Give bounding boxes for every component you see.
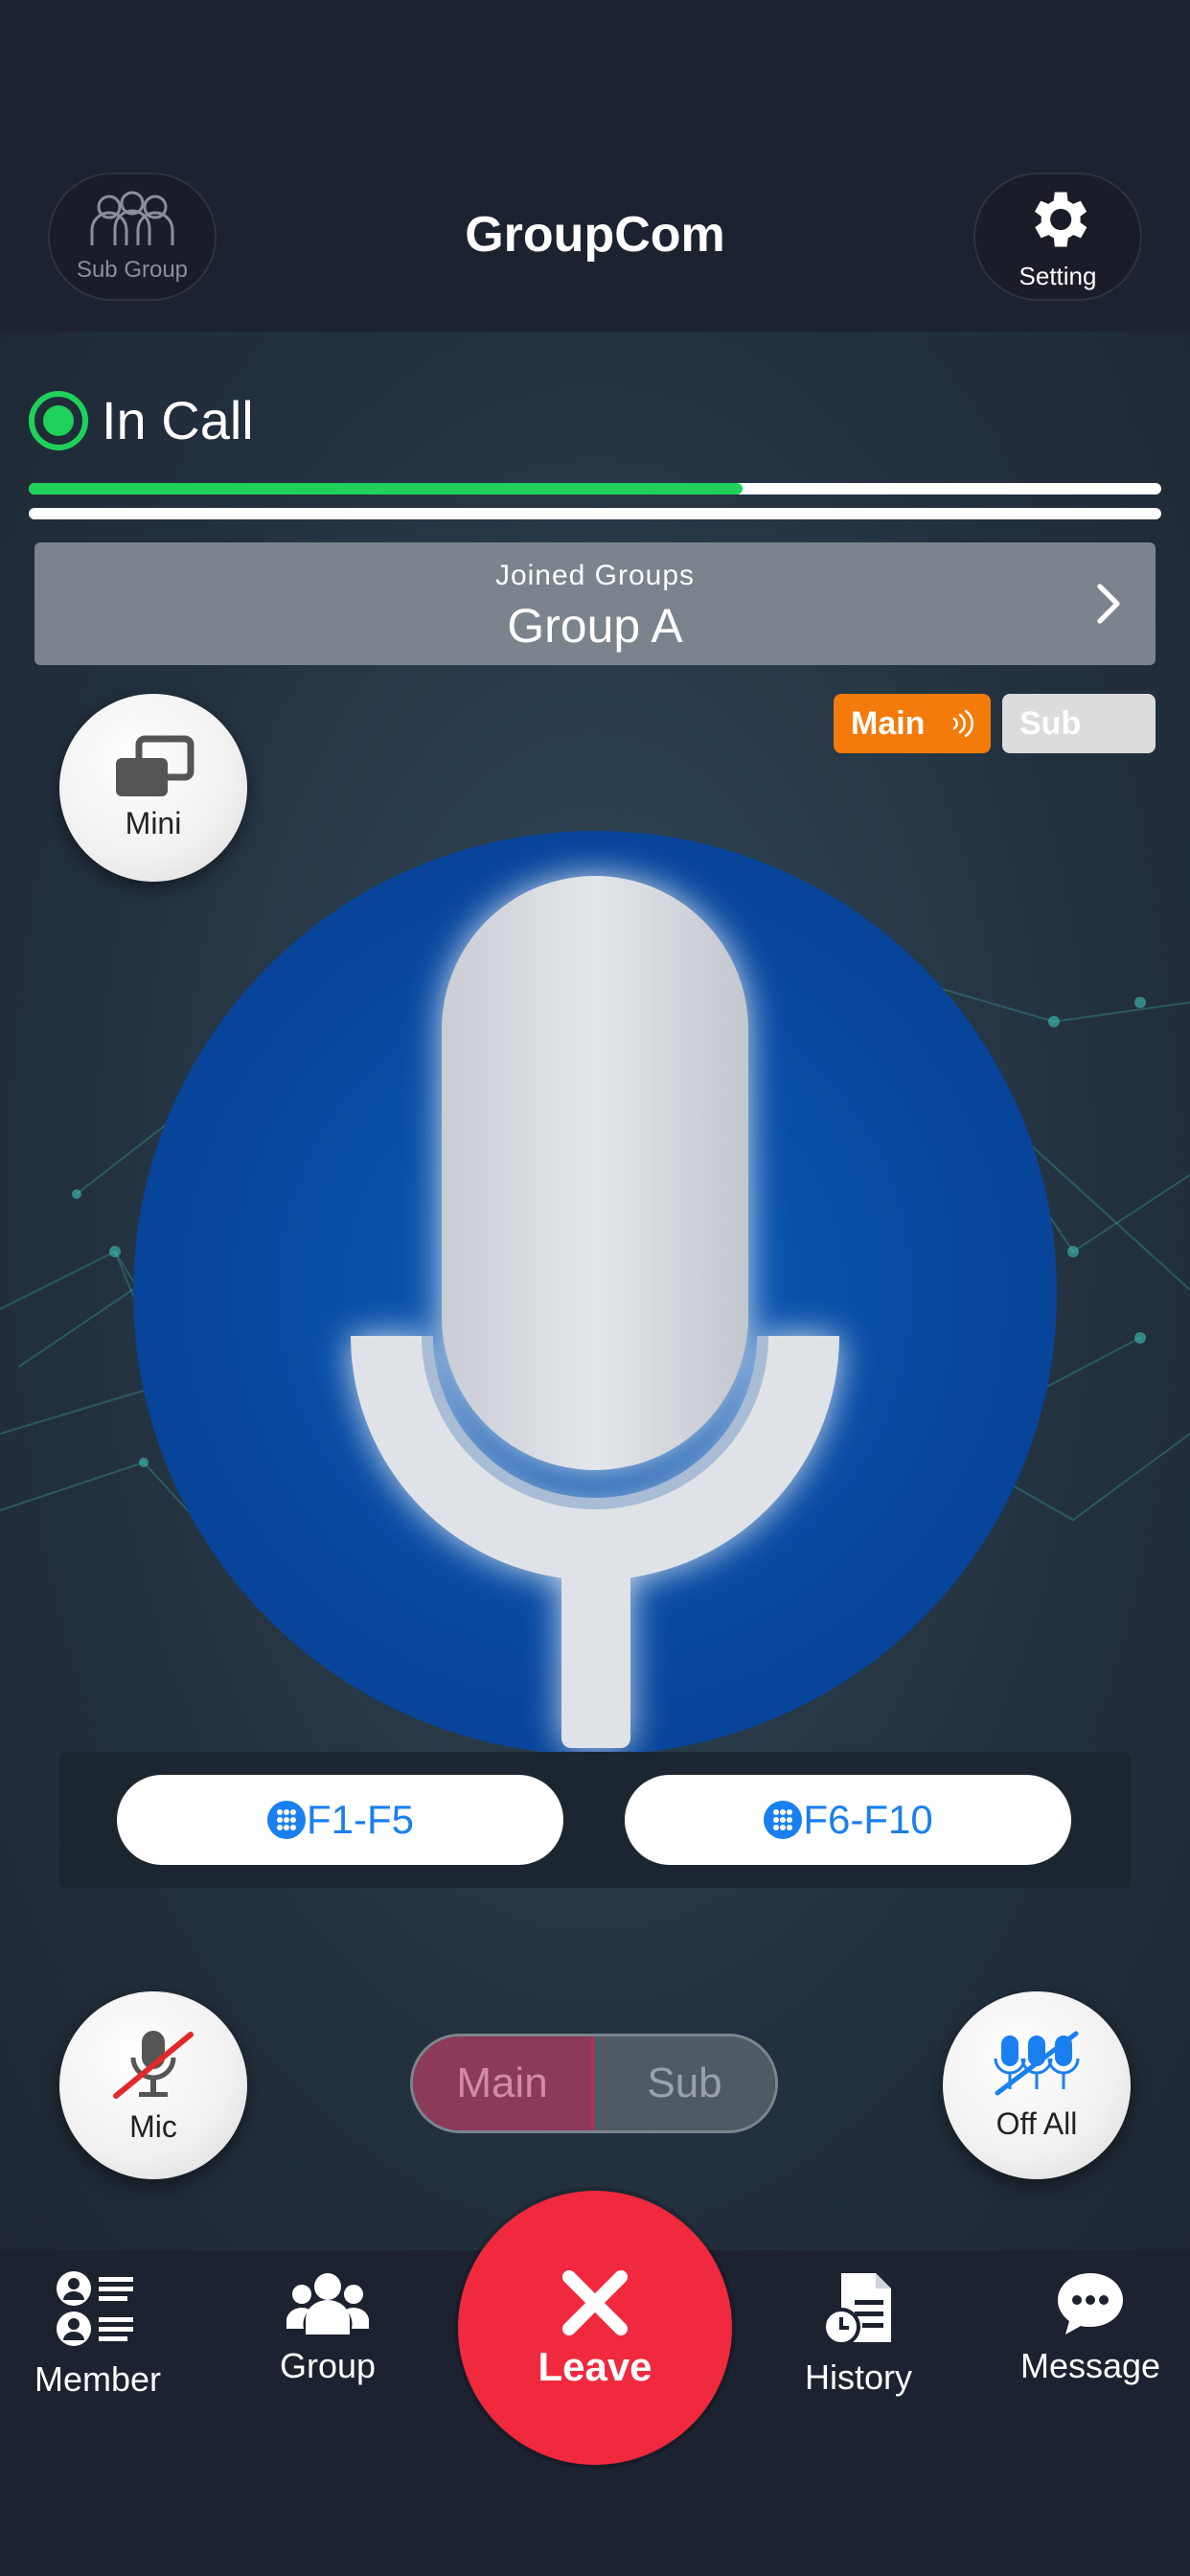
call-panel: In Call Joined Groups Group A Main Sub M…	[0, 332, 1190, 2250]
tab-message[interactable]: Message	[985, 2269, 1190, 2386]
segment-sub[interactable]: Sub	[594, 2036, 775, 2130]
joined-groups-caption: Joined Groups	[494, 560, 696, 591]
tab-group[interactable]: Group	[222, 2269, 433, 2386]
group-label: Group	[279, 2346, 377, 2385]
microphone-icon	[133, 831, 1057, 1755]
message-label: Message	[1019, 2346, 1161, 2385]
tab-history[interactable]: History	[753, 2269, 964, 2398]
call-status: In Call	[29, 389, 254, 451]
call-progress-bar	[29, 483, 1161, 494]
main-channel-chip[interactable]: Main	[834, 694, 991, 753]
keypad-icon	[266, 1801, 306, 1839]
joined-group-name: Group A	[507, 599, 683, 653]
keypad-icon	[764, 1801, 803, 1839]
secondary-bar	[29, 508, 1161, 519]
setting-label: Setting	[1018, 261, 1097, 290]
push-to-talk-button[interactable]	[130, 828, 1060, 1758]
mic-toggle-button[interactable]: Mic	[59, 1991, 247, 2179]
function-keys-f1-f5-button[interactable]: F1-F5	[117, 1775, 563, 1865]
history-icon	[822, 2273, 891, 2346]
tab-member[interactable]: Member	[0, 2269, 203, 2400]
main-chip-label: Main	[851, 704, 926, 742]
sound-wave-icon	[952, 709, 973, 738]
sub-chip-label: Sub	[1019, 704, 1082, 742]
channel-segment-control: Main Sub	[410, 2034, 778, 2133]
mics-off-icon	[994, 2031, 1080, 2095]
member-label: Member	[34, 2359, 162, 2399]
off-all-button[interactable]: Off All	[943, 1991, 1131, 2179]
status-indicator-icon	[29, 390, 88, 450]
function-key-bar: F1-F5 F6-F10	[59, 1752, 1131, 1888]
off-all-label: Off All	[995, 2105, 1078, 2141]
f1-f5-label: F1-F5	[306, 1797, 414, 1842]
segment-main[interactable]: Main	[413, 2036, 594, 2130]
call-status-label: In Call	[102, 390, 254, 450]
close-icon	[562, 2270, 628, 2335]
leave-button[interactable]: Leave	[458, 2191, 732, 2465]
sub-channel-chip[interactable]: Sub	[1002, 694, 1156, 753]
setting-button[interactable]: Setting	[973, 172, 1142, 301]
history-label: History	[804, 2358, 912, 2397]
mic-label: Mic	[129, 2108, 177, 2144]
header-bar: Sub Group GroupCom Setting	[0, 0, 1190, 332]
gear-icon	[1034, 192, 1087, 246]
window-stack-icon	[116, 735, 195, 796]
mic-off-icon	[113, 2030, 194, 2099]
leave-label: Leave	[538, 2344, 652, 2389]
f6-f10-label: F6-F10	[803, 1797, 933, 1842]
group-icon	[286, 2273, 369, 2334]
joined-groups-selector[interactable]: Joined Groups Group A	[34, 542, 1156, 665]
member-list-icon	[57, 2271, 133, 2346]
chat-bubble-icon	[1058, 2273, 1123, 2334]
function-keys-f6-f10-button[interactable]: F6-F10	[625, 1775, 1071, 1865]
chevron-right-icon	[1097, 584, 1120, 624]
